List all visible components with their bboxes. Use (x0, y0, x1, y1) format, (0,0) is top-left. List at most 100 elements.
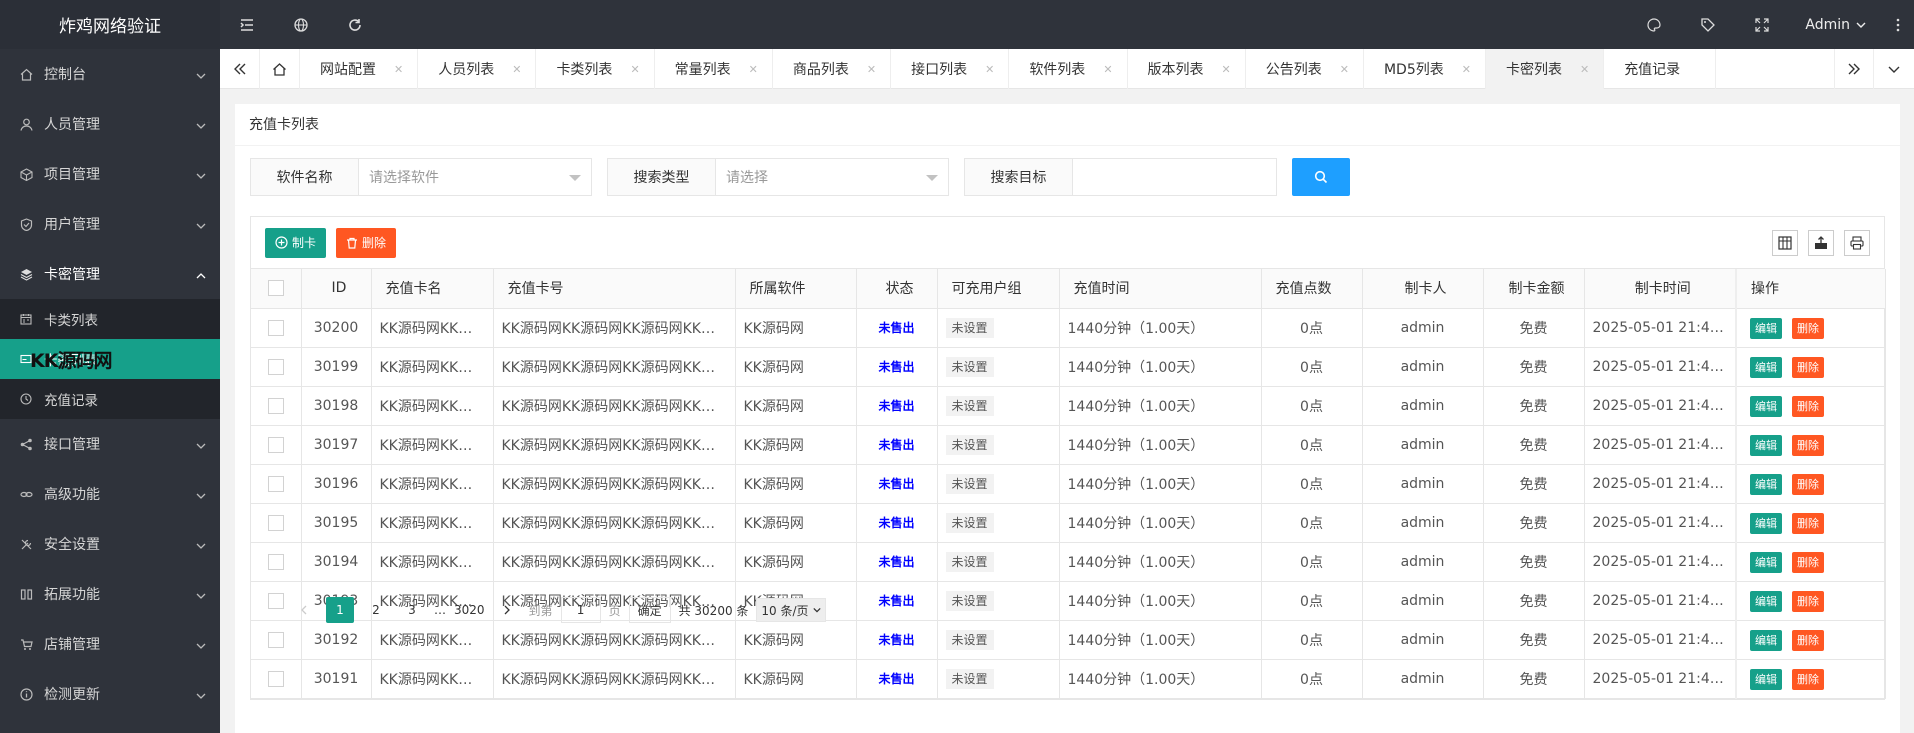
target-input[interactable] (1073, 159, 1276, 195)
edit-button[interactable]: 编辑 (1750, 629, 1782, 651)
search-button[interactable] (1292, 158, 1350, 196)
software-select[interactable]: 请选择软件 (359, 159, 591, 195)
tab[interactable]: 常量列表 ✕ (655, 49, 773, 89)
row-checkbox[interactable] (267, 319, 284, 336)
edit-button[interactable]: 编辑 (1750, 317, 1782, 339)
delete-button[interactable]: 删除 (1792, 629, 1824, 651)
fullscreen-icon[interactable] (1735, 0, 1789, 49)
tab[interactable]: 卡密列表 ✕ (1485, 49, 1605, 89)
close-icon[interactable]: ✕ (1222, 63, 1231, 76)
edit-button[interactable]: 编辑 (1750, 590, 1782, 612)
close-icon[interactable]: ✕ (985, 63, 994, 76)
delete-button[interactable]: 删除 (1792, 395, 1824, 417)
edit-button[interactable]: 编辑 (1750, 473, 1782, 495)
page-size-select[interactable]: 10 条/页 (756, 598, 826, 622)
cell-points: 0点 (1261, 620, 1363, 660)
sidebar-item[interactable]: 检测更新 (0, 669, 220, 719)
chevron-down-icon (196, 539, 206, 549)
delete-button[interactable]: 删除 (1792, 356, 1824, 378)
sidebar-item[interactable]: 店铺管理 (0, 619, 220, 669)
tag-icon[interactable] (1681, 0, 1735, 49)
sidebar-item[interactable]: 人员管理 (0, 99, 220, 149)
goto-page-input[interactable]: 1 (560, 597, 601, 623)
row-checkbox[interactable] (267, 514, 284, 531)
more-vertical-icon[interactable] (1882, 0, 1914, 49)
close-icon[interactable]: ✕ (867, 63, 876, 76)
row-checkbox[interactable] (267, 670, 284, 687)
refresh-icon[interactable] (328, 0, 382, 49)
delete-button[interactable]: 删除 (1792, 512, 1824, 534)
close-icon[interactable]: ✕ (1340, 63, 1349, 76)
sidebar-item[interactable]: 控制台 (0, 49, 220, 99)
tab[interactable]: 公告列表 ✕ (1246, 49, 1364, 89)
tab[interactable]: 网站配置 ✕ (300, 49, 419, 89)
close-icon[interactable]: ✕ (1580, 63, 1589, 76)
close-icon[interactable]: ✕ (749, 63, 758, 76)
sidebar-item[interactable]: 拓展功能 (0, 569, 220, 619)
tabs-scroll-left-icon[interactable] (220, 49, 260, 89)
export-icon[interactable] (1808, 229, 1834, 256)
close-icon[interactable]: ✕ (1462, 63, 1471, 76)
prev-page-icon[interactable] (290, 597, 318, 623)
edit-button[interactable]: 编辑 (1750, 356, 1782, 378)
row-checkbox[interactable] (267, 553, 284, 570)
sidebar-item[interactable]: 高级功能 (0, 469, 220, 519)
columns-filter-icon[interactable] (1772, 229, 1798, 256)
print-icon[interactable] (1844, 229, 1870, 256)
edit-button[interactable]: 编辑 (1750, 395, 1782, 417)
delete-button[interactable]: 删除 (1792, 590, 1824, 612)
sidebar-subitem[interactable]: 卡类列表 (0, 299, 220, 339)
close-icon[interactable]: ✕ (630, 63, 639, 76)
tab[interactable]: 接口列表 ✕ (891, 49, 1010, 89)
sidebar-item[interactable]: 用户管理 (0, 199, 220, 249)
delete-button[interactable]: 删除 (1792, 473, 1824, 495)
tab[interactable]: 人员列表 ✕ (418, 49, 537, 89)
goto-confirm-button[interactable]: 确定 (628, 597, 671, 623)
close-icon[interactable]: ✕ (512, 63, 521, 76)
sidebar-item[interactable]: 卡密管理 (0, 249, 220, 299)
user-menu[interactable]: Admin (1789, 17, 1882, 33)
edit-button[interactable]: 编辑 (1750, 512, 1782, 534)
delete-button[interactable]: 删除 (1792, 317, 1824, 339)
delete-button[interactable]: 删除 (1792, 551, 1824, 573)
globe-icon[interactable] (274, 0, 328, 49)
row-checkbox[interactable] (267, 592, 284, 609)
row-checkbox[interactable] (267, 475, 284, 492)
edit-button[interactable]: 编辑 (1750, 434, 1782, 456)
row-checkbox[interactable] (267, 436, 284, 453)
sidebar-subitem[interactable]: 卡密列表 KK源码网 (0, 339, 220, 379)
sidebar-item[interactable]: 接口管理 (0, 419, 220, 469)
tab[interactable]: MD5列表 ✕ (1364, 49, 1486, 89)
delete-button[interactable]: 删除 (1792, 434, 1824, 456)
tabs-menu-chevron-icon[interactable] (1874, 49, 1914, 89)
sidebar-item[interactable]: 项目管理 (0, 149, 220, 199)
next-page-icon[interactable] (493, 597, 521, 623)
edit-button[interactable]: 编辑 (1750, 668, 1782, 690)
row-checkbox[interactable] (267, 358, 284, 375)
menu-toggle-icon[interactable] (220, 0, 274, 49)
page-number-last[interactable]: 3020 (454, 597, 485, 623)
row-checkbox[interactable] (267, 397, 284, 414)
make-card-button[interactable]: 制卡 (265, 227, 327, 258)
type-select[interactable]: 请选择 (716, 159, 948, 195)
tab[interactable]: 商品列表 ✕ (773, 49, 892, 89)
delete-button[interactable]: 删除 (1792, 668, 1824, 690)
batch-delete-button[interactable]: 删除 (336, 227, 397, 258)
tab[interactable]: 版本列表 ✕ (1128, 49, 1246, 89)
page-number[interactable]: 3 (398, 597, 426, 623)
sidebar-subitem[interactable]: 充值记录 (0, 379, 220, 419)
tab[interactable]: 卡类列表 ✕ (536, 49, 655, 89)
close-icon[interactable]: ✕ (394, 63, 403, 76)
tab[interactable]: 软件列表 ✕ (1009, 49, 1128, 89)
sidebar-item[interactable]: 安全设置 (0, 519, 220, 569)
palette-icon[interactable] (1627, 0, 1681, 49)
select-all-checkbox[interactable] (267, 280, 284, 297)
page-number[interactable]: 1 (326, 597, 354, 623)
row-checkbox[interactable] (267, 631, 284, 648)
close-icon[interactable]: ✕ (1103, 63, 1112, 76)
tab[interactable]: 充值记录 (1604, 49, 1717, 89)
page-number[interactable]: 2 (362, 597, 390, 623)
edit-button[interactable]: 编辑 (1750, 551, 1782, 573)
tabs-scroll-right-icon[interactable] (1834, 49, 1874, 89)
home-tab-icon[interactable] (260, 49, 300, 89)
